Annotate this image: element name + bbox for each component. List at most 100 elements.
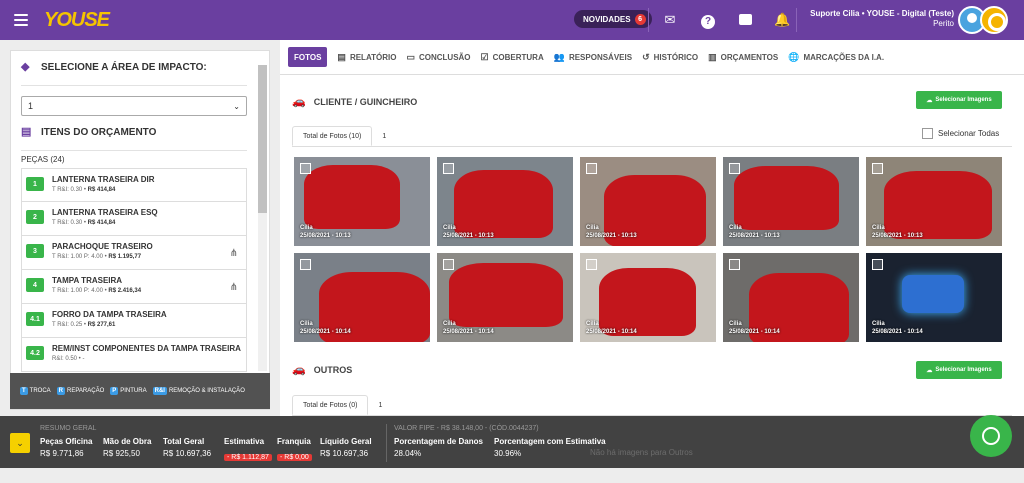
summary-label: Franquia bbox=[277, 437, 311, 446]
clipboard-icon: ▤ bbox=[21, 126, 32, 138]
mail-icon[interactable]: ✉ bbox=[662, 12, 678, 28]
photo-checkbox[interactable] bbox=[729, 259, 740, 270]
vehicle-photo[interactable]: Cilia 25/08/2021 - 10:13 bbox=[294, 157, 430, 246]
legend-label: REMOÇÃO & INSTALAÇÃO bbox=[168, 388, 245, 394]
company-avatar[interactable] bbox=[980, 6, 1008, 34]
item-title: TAMPA TRASEIRA bbox=[52, 276, 123, 285]
help-icon[interactable]: ? bbox=[700, 12, 716, 29]
photo-checkbox[interactable] bbox=[872, 259, 883, 270]
item-price: R$ 277,61 bbox=[87, 322, 116, 328]
tab-0[interactable]: FOTOS bbox=[288, 47, 328, 67]
tab-5[interactable]: ↺ HISTÓRICO bbox=[642, 47, 698, 67]
area-section-title: ◆ SELECIONE A ÁREA DE IMPACTO: bbox=[21, 53, 247, 81]
select-all[interactable]: Selecionar Todas bbox=[922, 128, 999, 139]
photo-checkbox[interactable] bbox=[300, 163, 311, 174]
novidades-button[interactable]: NOVIDADES 6 bbox=[574, 10, 652, 28]
vehicle-photo[interactable]: Cilia 25/08/2021 - 10:13 bbox=[866, 157, 1002, 246]
bottom-bar bbox=[0, 468, 1024, 483]
photo-caption: Cilia 25/08/2021 - 10:13 bbox=[300, 224, 351, 240]
photo-checkbox[interactable] bbox=[872, 163, 883, 174]
chat-icon[interactable] bbox=[737, 12, 753, 28]
item-labor: R&I: 0.50 • - bbox=[52, 356, 85, 362]
summary-column: Líquido Geral R$ 10.697,36 bbox=[320, 437, 372, 458]
vehicle-photo[interactable]: Cilia 25/08/2021 - 10:13 bbox=[580, 157, 716, 246]
photo-date: 25/08/2021 - 10:14 bbox=[443, 329, 494, 335]
expand-summary-button[interactable]: ⌄ bbox=[10, 433, 30, 453]
photo-caption: Cilia 25/08/2021 - 10:13 bbox=[872, 224, 923, 240]
tab-label: RESPONSÁVEIS bbox=[568, 52, 633, 62]
vehicle-photo[interactable]: Cilia 25/08/2021 - 10:14 bbox=[437, 253, 573, 342]
area-select[interactable]: 1 ⌄ bbox=[21, 96, 247, 116]
vehicle-image bbox=[304, 165, 400, 229]
tab-label: COBERTURA bbox=[492, 52, 544, 62]
legend-key: R bbox=[56, 387, 66, 395]
tab-6[interactable]: ▥ ORÇAMENTOS bbox=[708, 47, 778, 67]
select-images-button[interactable]: ☁ Selecionar Imagens bbox=[916, 361, 1002, 379]
select-all-checkbox[interactable] bbox=[922, 128, 933, 139]
bell-icon[interactable]: 🔔 bbox=[774, 12, 790, 28]
divider bbox=[21, 150, 247, 151]
select-images-label: Selecionar Imagens bbox=[935, 367, 992, 373]
divider bbox=[280, 74, 1024, 75]
summary-column: Total Geral R$ 10.697,36 bbox=[163, 437, 211, 458]
percentage-label: Porcentagem com Estimativa bbox=[494, 437, 606, 446]
photo-caption: Cilia 25/08/2021 - 10:14 bbox=[729, 320, 780, 336]
tab-3[interactable]: ☑ COBERTURA bbox=[481, 47, 544, 67]
tab-area-1[interactable]: 1 bbox=[372, 126, 396, 146]
select-images-button[interactable]: ☁ Selecionar Imagens bbox=[916, 91, 1002, 109]
menu-icon[interactable] bbox=[14, 14, 28, 26]
left-panel-content: ◆ SELECIONE A ÁREA DE IMPACTO: 1 ⌄ ▤ ITENS … bbox=[11, 51, 257, 374]
vehicle-photo[interactable]: Cilia 25/08/2021 - 10:14 bbox=[580, 253, 716, 342]
item-title: FORRO DA TAMPA TRASEIRA bbox=[52, 310, 167, 319]
photo-caption: Cilia 25/08/2021 - 10:13 bbox=[729, 224, 780, 240]
chat-button[interactable] bbox=[970, 415, 1012, 457]
scrollbar-thumb[interactable] bbox=[258, 65, 267, 213]
photo-author: Cilia bbox=[443, 225, 456, 231]
item-labor: T R&I: 1.00 P: 4.00 • bbox=[52, 288, 109, 294]
tab-label: RELATÓRIO bbox=[349, 52, 397, 62]
vehicle-photo[interactable]: Cilia 25/08/2021 - 10:14 bbox=[294, 253, 430, 342]
tab-icon: ☑ bbox=[480, 51, 489, 62]
car-icon: 🚗 bbox=[292, 96, 306, 108]
tab-label: HISTÓRICO bbox=[653, 52, 699, 62]
hierarchy-icon[interactable]: ⋔ bbox=[230, 248, 238, 259]
budget-item[interactable]: 1 LANTERNA TRASEIRA DIR T R&I: 0.30 • R$ 4… bbox=[21, 168, 247, 202]
vehicle-photo[interactable]: Cilia 25/08/2021 - 10:14 bbox=[866, 253, 1002, 342]
tab-total-fotos[interactable]: Total de Fotos (0) bbox=[292, 395, 369, 415]
vehicle-photo[interactable]: Cilia 25/08/2021 - 10:13 bbox=[723, 157, 859, 246]
item-title: LANTERNA TRASEIRA ESQ bbox=[52, 208, 158, 217]
photo-checkbox[interactable] bbox=[729, 163, 740, 174]
item-price: R$ 414,84 bbox=[87, 187, 116, 193]
item-title: REM/INST COMPONENTES DA TAMPA TRASEIRA bbox=[52, 344, 241, 353]
item-title: LANTERNA TRASEIRA DIR bbox=[52, 175, 155, 184]
vehicle-photo[interactable]: Cilia 25/08/2021 - 10:14 bbox=[723, 253, 859, 342]
vehicle-photo[interactable]: Cilia 25/08/2021 - 10:13 bbox=[437, 157, 573, 246]
tab-2[interactable]: ▭ CONCLUSÃO bbox=[406, 47, 470, 67]
divider bbox=[386, 424, 387, 462]
tab-total-fotos[interactable]: Total de Fotos (10) bbox=[292, 126, 373, 146]
budget-item[interactable]: 3 PARACHOQUE TRASEIRO T R&I: 1.00 P: 4.00 … bbox=[21, 236, 247, 270]
hierarchy-icon[interactable]: ⋔ bbox=[230, 282, 238, 293]
photo-checkbox[interactable] bbox=[586, 259, 597, 270]
main-panel: FOTOS ▤ RELATÓRIO ▭ CONCLUSÃO ☑ COBERTURA 👥 RESP… bbox=[280, 40, 1024, 416]
tab-7[interactable]: 🌐 MARCAÇÕES DA I.A. bbox=[788, 47, 884, 67]
photo-checkbox[interactable] bbox=[443, 259, 454, 270]
tab-icon: 🌐 bbox=[788, 51, 800, 62]
percentage-value: 28.04% bbox=[394, 449, 422, 458]
outros-empty-message: Não há imagens para Outros bbox=[590, 448, 693, 457]
tab-area-1[interactable]: 1 bbox=[368, 395, 392, 415]
budget-item[interactable]: 2 LANTERNA TRASEIRA ESQ T R&I: 0.30 • R$ 4… bbox=[21, 202, 247, 236]
tab-1[interactable]: ▤ RELATÓRIO bbox=[337, 47, 396, 67]
budget-item[interactable]: 4.1 FORRO DA TAMPA TRASEIRA T R&I: 0.25 • … bbox=[21, 304, 247, 338]
budget-item[interactable]: 4 TAMPA TRASEIRA T R&I: 1.00 P: 4.00 • R$ … bbox=[21, 270, 247, 304]
photo-checkbox[interactable] bbox=[586, 163, 597, 174]
photo-checkbox[interactable] bbox=[443, 163, 454, 174]
photo-author: Cilia bbox=[729, 225, 742, 231]
photo-author: Cilia bbox=[300, 225, 313, 231]
photo-checkbox[interactable] bbox=[300, 259, 311, 270]
item-labor: T R&I: 0.30 • bbox=[52, 187, 88, 193]
user-info[interactable]: Suporte Cilia • YOUSE - Digital (Teste) … bbox=[790, 9, 954, 29]
select-all-label: Selecionar Todas bbox=[938, 129, 1000, 138]
budget-item[interactable]: 4.2 REM/INST COMPONENTES DA TAMPA TRASEIR… bbox=[21, 338, 247, 372]
tab-4[interactable]: 👥 RESPONSÁVEIS bbox=[554, 47, 632, 67]
